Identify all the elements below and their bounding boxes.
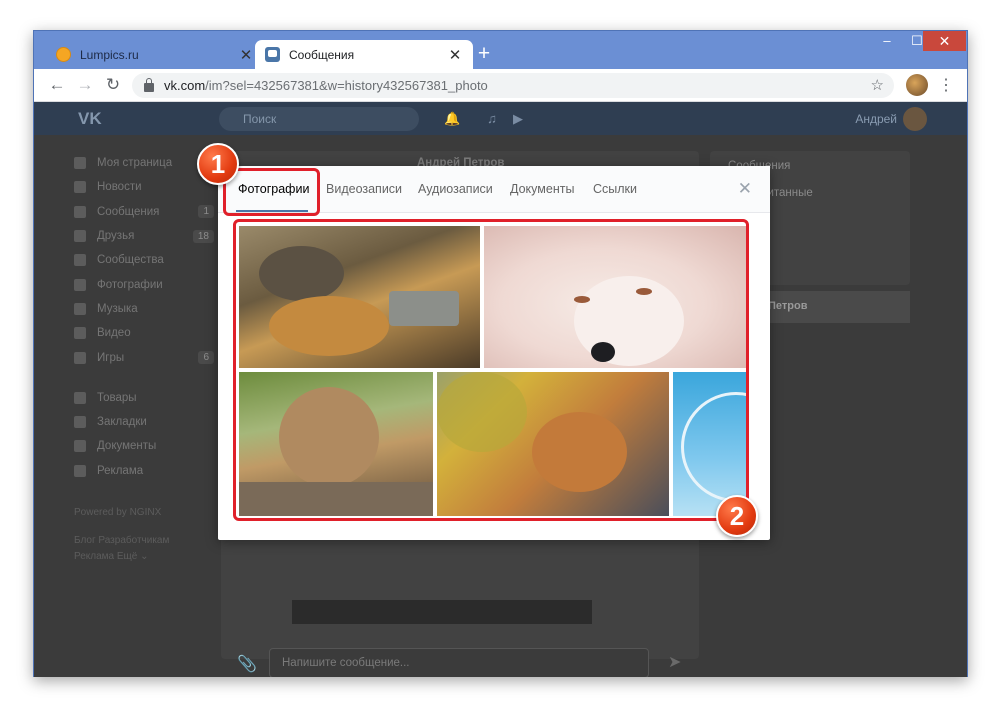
sidebar-item-bookmarks[interactable]: Закладки — [74, 410, 214, 434]
sidebar-item-photos[interactable]: Фотографии — [74, 272, 214, 296]
sidebar-item-messages[interactable]: Сообщения 1 — [74, 200, 214, 224]
sidebar-item-games[interactable]: Игры 6 — [74, 345, 214, 369]
sidebar-item-news[interactable]: Новости — [74, 175, 214, 199]
bell-icon[interactable]: 🔔 — [444, 111, 460, 127]
address-bar[interactable]: vk.com/im?sel=432567381&w=history4325673… — [132, 73, 894, 98]
powered-by: Powered by NGINX — [74, 506, 162, 518]
friends-icon — [74, 230, 86, 243]
step-badge-1: 1 — [197, 143, 239, 185]
messages-icon — [74, 205, 86, 218]
camera-icon — [74, 278, 86, 291]
groups-icon — [74, 254, 86, 267]
browser-toolbar: ← → ↻ vk.com/im?sel=432567381&w=history4… — [34, 69, 967, 102]
bag-icon — [74, 391, 86, 404]
sidebar-item-my-page[interactable]: Моя страница — [74, 151, 214, 175]
sidebar-item-label: Сообщества — [97, 254, 164, 267]
sidebar-item-label: Товары — [97, 391, 137, 404]
sidebar-item-label: Игры — [97, 351, 125, 364]
document-icon — [74, 440, 86, 453]
lock-icon — [144, 78, 154, 92]
megaphone-icon — [74, 464, 86, 477]
new-tab-button[interactable]: + — [472, 43, 496, 65]
chat-photo-thumbnail — [292, 600, 592, 624]
user-icon — [74, 157, 86, 170]
sidebar-item-label: Новости — [97, 181, 142, 194]
sidebar-item-label: Моя страница — [97, 157, 173, 170]
tab-messages[interactable]: Сообщения ✕ — [255, 40, 473, 69]
count-badge: 1 — [198, 205, 214, 219]
lumpics-favicon-icon — [56, 47, 71, 62]
vk-messages-favicon-icon — [265, 47, 280, 62]
back-arrow-icon[interactable]: ← — [43, 75, 71, 95]
music-icon — [74, 302, 86, 315]
sidebar-item-ads[interactable]: Реклама — [74, 459, 214, 483]
send-icon[interactable]: ➤ — [668, 652, 681, 672]
tab-close-icon[interactable]: ✕ — [238, 46, 254, 64]
forward-arrow-icon[interactable]: → — [71, 75, 99, 95]
tab-strip: Lumpics.ru ✕ Сообщения ✕ + – ☐ ✕ — [34, 31, 967, 69]
profile-avatar[interactable] — [906, 74, 928, 96]
sidebar-item-label: Фотографии — [97, 278, 163, 291]
sidebar-item-label: Закладки — [97, 416, 147, 429]
sidebar-item-label: Видео — [97, 327, 131, 340]
message-input[interactable]: Напишите сообщение... — [269, 648, 649, 677]
sidebar-item-market[interactable]: Товары — [74, 386, 214, 410]
video-icon — [74, 327, 86, 340]
sidebar-item-friends[interactable]: Друзья 18 — [74, 224, 214, 248]
close-icon[interactable]: ✕ — [738, 179, 752, 199]
minimize-button[interactable]: – — [872, 31, 902, 51]
sidebar-item-documents[interactable]: Документы — [74, 434, 214, 458]
footer-links-1[interactable]: Блог Разработчикам — [74, 533, 214, 549]
url-host: vk.com — [164, 78, 206, 93]
count-badge: 18 — [192, 229, 214, 243]
tab-title: Сообщения — [289, 47, 355, 62]
gamepad-icon — [74, 351, 86, 364]
vk-sidebar: Моя страница Новости Сообщения 1 Друзья 18… — [74, 151, 214, 565]
sidebar-item-label: Документы — [97, 440, 157, 453]
tab-close-icon[interactable]: ✕ — [447, 46, 463, 64]
vk-user-name[interactable]: Андрей — [855, 112, 897, 126]
sidebar-item-video[interactable]: Видео — [74, 321, 214, 345]
footer-links-2[interactable]: Реклама Ещё ⌄ — [74, 549, 214, 565]
sidebar-item-groups[interactable]: Сообщества — [74, 248, 214, 272]
step-badge-2: 2 — [716, 495, 758, 537]
vk-header: VK Поиск 🔔 ♫ ▶ Андрей — [34, 102, 967, 135]
tab-lumpics[interactable]: Lumpics.ru ✕ — [46, 40, 264, 69]
vk-logo[interactable]: VK — [78, 109, 102, 129]
url-path: /im?sel=432567381&w=history432567381_pho… — [205, 78, 488, 93]
tab-audio[interactable]: Аудиозаписи — [418, 182, 493, 196]
vk-search-input[interactable]: Поиск — [219, 107, 419, 131]
music-icon[interactable]: ♫ — [484, 111, 500, 127]
tab-title: Lumpics.ru — [80, 47, 139, 62]
bookmark-star-icon[interactable]: ☆ — [871, 76, 884, 94]
news-icon — [74, 181, 86, 194]
highlight-photos-tab — [223, 168, 320, 216]
sidebar-item-music[interactable]: Музыка — [74, 297, 214, 321]
count-badge: 6 — [198, 351, 214, 365]
sidebar-item-label: Друзья — [97, 230, 135, 243]
tab-videos[interactable]: Видеозаписи — [326, 182, 402, 196]
tab-documents[interactable]: Документы — [510, 182, 574, 196]
tab-links[interactable]: Ссылки — [593, 182, 637, 196]
play-icon[interactable]: ▶ — [510, 111, 526, 127]
star-icon — [74, 416, 86, 429]
sidebar-item-label: Реклама — [97, 464, 144, 477]
reload-icon[interactable]: ↻ — [99, 75, 127, 95]
sidebar-divider — [74, 370, 214, 386]
attach-icon[interactable]: 📎 — [237, 654, 257, 674]
highlight-photo-grid — [233, 219, 749, 521]
sidebar-item-label: Музыка — [97, 302, 138, 315]
sidebar-item-label: Сообщения — [97, 205, 160, 218]
close-window-button[interactable]: ✕ — [923, 31, 966, 51]
vk-user-avatar[interactable] — [903, 107, 927, 131]
menu-kebab-icon[interactable]: ⋮ — [938, 75, 954, 95]
